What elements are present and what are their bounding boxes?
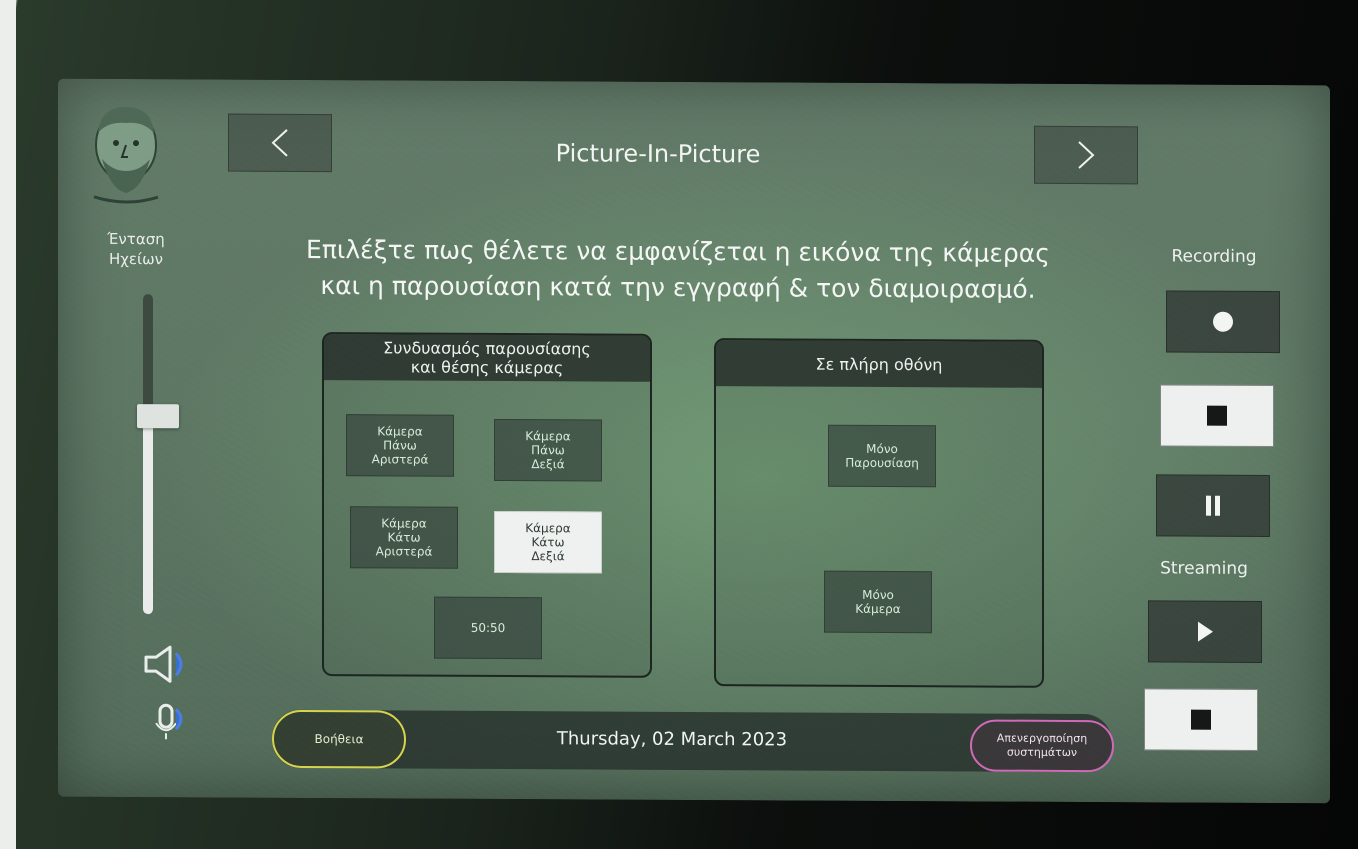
bezel-edge [0, 0, 16, 849]
streaming-label: Streaming [1160, 558, 1248, 579]
fullscreen-panel-header: Σε πλήρη οθόνη [716, 340, 1042, 388]
split-50-50-label: 50:50 [470, 620, 506, 636]
button-line: Κάμερα [381, 516, 427, 531]
button-line: Αριστερά [375, 544, 433, 559]
shutdown-label-line1: Απενεργοποίηση [996, 731, 1088, 746]
touch-panel-screen: Ένταση Ηχείων Picture-In-Picture Επιλέξτ… [58, 78, 1330, 804]
pause-icon [1206, 495, 1220, 516]
combo-panel-header: Συνδυασμός παρουσίασης και θέσης κάμερας [324, 334, 650, 382]
button-line: Κάμερα [525, 521, 571, 536]
button-line: Κάμερα [525, 429, 571, 444]
chevron-right-icon [1078, 141, 1095, 169]
next-page-button[interactable] [1034, 125, 1138, 185]
button-line: Κάτω [531, 535, 565, 550]
volume-label-line2: Ηχείων [108, 249, 164, 269]
play-icon [1198, 621, 1213, 642]
fullscreen-panel: Σε πλήρη οθόνη Μόνο Παρουσίαση Μόνο Κάμε… [714, 338, 1044, 688]
combo-panel-title-line2: και θέσης κάμερας [410, 357, 564, 378]
instructions-text: Επιλέξτε πως θέλετε να εμφανίζεται η εικ… [278, 232, 1078, 308]
prev-page-button[interactable] [228, 113, 332, 173]
button-line: Κάμερα [855, 601, 901, 617]
volume-slider-fill [143, 416, 153, 615]
button-line: Πάνω [531, 443, 565, 458]
record-icon [1213, 311, 1233, 332]
button-line: Πάνω [383, 438, 417, 453]
combo-panel-title-line1: Συνδυασμός παρουσίασης [383, 338, 591, 359]
button-line: Μόνο [862, 587, 894, 603]
pause-recording-button[interactable] [1156, 474, 1270, 538]
help-label: Βοήθεια [314, 732, 364, 747]
speaker-icon[interactable] [142, 643, 192, 685]
stop-recording-button[interactable] [1160, 384, 1274, 448]
button-line: Δεξιά [531, 549, 565, 564]
combo-panel: Συνδυασμός παρουσίασης και θέσης κάμερας… [322, 332, 652, 678]
stop-icon [1207, 405, 1227, 426]
volume-label-line1: Ένταση [107, 229, 165, 249]
camera-top-left-button[interactable]: Κάμερα Πάνω Αριστερά [346, 414, 454, 477]
volume-label: Ένταση Ηχείων [96, 229, 176, 269]
shutdown-label-line2: συστημάτων [1006, 745, 1078, 760]
split-50-50-button[interactable]: 50:50 [434, 596, 542, 660]
instructions-line1: Επιλέξτε πως θέλετε να εμφανίζεται η εικ… [306, 234, 1050, 268]
footer-bar: Βοήθεια Thursday, 02 March 2023 Απενεργο… [272, 709, 1114, 773]
camera-bottom-left-button[interactable]: Κάμερα Κάτω Αριστερά [350, 506, 458, 569]
portrait-logo [93, 107, 159, 204]
button-line: Κάμερα [377, 424, 423, 439]
presentation-only-button[interactable]: Μόνο Παρουσίαση [828, 424, 936, 488]
instructions-line2: και η παρουσίαση κατά την εγγραφή & τον … [320, 271, 1036, 304]
stop-icon [1191, 709, 1211, 730]
button-line: Δεξιά [531, 457, 565, 472]
camera-top-right-button[interactable]: Κάμερα Πάνω Δεξιά [494, 418, 602, 482]
shutdown-systems-button[interactable]: Απενεργοποίηση συστημάτων [970, 719, 1114, 773]
stop-streaming-button[interactable] [1144, 688, 1258, 751]
button-line: Μόνο [866, 441, 898, 457]
recording-label: Recording [1171, 246, 1257, 267]
date-display: Thursday, 02 March 2023 [556, 728, 788, 751]
chevron-left-icon [271, 129, 288, 157]
fullscreen-panel-title: Σε πλήρη οθόνη [815, 354, 943, 374]
record-button[interactable] [1166, 290, 1280, 354]
help-button[interactable]: Βοήθεια [272, 709, 406, 769]
volume-slider-track[interactable] [143, 294, 153, 615]
play-streaming-button[interactable] [1148, 600, 1262, 663]
button-line: Κάτω [387, 530, 421, 545]
camera-bottom-right-button[interactable]: Κάμερα Κάτω Δεξιά [494, 510, 602, 574]
microphone-icon[interactable] [150, 701, 190, 741]
page-title: Picture-In-Picture [555, 139, 761, 169]
camera-only-button[interactable]: Μόνο Κάμερα [824, 570, 932, 634]
button-line: Αριστερά [371, 452, 429, 467]
volume-slider-thumb[interactable] [137, 404, 179, 429]
button-line: Παρουσίαση [845, 455, 919, 471]
